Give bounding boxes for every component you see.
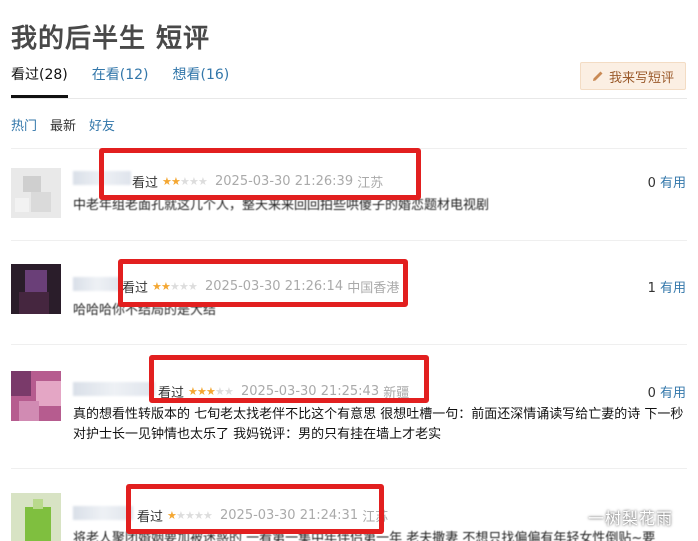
useful-number: 0 — [647, 386, 656, 401]
tab-divider — [11, 98, 687, 99]
username-blurred[interactable] — [73, 506, 133, 520]
highlight-box — [99, 148, 421, 200]
avatar[interactable] — [11, 371, 61, 421]
highlight-box — [149, 355, 429, 403]
pencil-icon — [592, 71, 603, 81]
avatar[interactable] — [11, 493, 61, 541]
review-divider — [11, 240, 687, 241]
tab-watched[interactable]: 看过(28) — [11, 66, 68, 98]
username-blurred[interactable] — [73, 382, 155, 396]
useful-count[interactable]: 0 有用 — [648, 382, 686, 401]
filter-friends[interactable]: 好友 — [89, 115, 115, 134]
tab-want-to-watch[interactable]: 想看(16) — [173, 66, 230, 98]
write-review-label: 我来写短评 — [608, 70, 674, 86]
useful-label[interactable]: 有用 — [660, 386, 686, 401]
watermark-text: 一树梨花雨 — [588, 509, 674, 528]
highlight-box — [118, 259, 408, 307]
review-divider — [11, 468, 687, 469]
tab-watching[interactable]: 在看(12) — [92, 66, 149, 98]
useful-number: 1 — [647, 281, 656, 296]
username-blurred[interactable] — [73, 277, 121, 291]
useful-label[interactable]: 有用 — [660, 176, 686, 191]
filter-hot[interactable]: 热门 — [11, 115, 37, 134]
useful-count[interactable]: 0 有用 — [648, 172, 686, 191]
page-title: 我的后半生 短评 — [11, 24, 211, 54]
useful-count[interactable]: 1 有用 — [648, 277, 686, 296]
highlight-box — [126, 484, 384, 534]
avatar[interactable] — [11, 264, 61, 314]
review-divider — [11, 344, 687, 345]
tab-bar: 看过(28) 在看(12) 想看(16) — [11, 66, 253, 98]
write-review-button[interactable]: 我来写短评 — [580, 62, 686, 90]
useful-number: 0 — [647, 176, 656, 191]
avatar[interactable] — [11, 168, 61, 218]
useful-label[interactable]: 有用 — [660, 281, 686, 296]
filter-latest[interactable]: 最新 — [50, 115, 76, 134]
review-content: 真的想看性转版本的 七旬老太找老伴不比这个有意思 很想吐槽一句：前面还深情诵读写… — [73, 407, 684, 442]
sort-filters: 热门 最新 好友 — [11, 115, 128, 134]
